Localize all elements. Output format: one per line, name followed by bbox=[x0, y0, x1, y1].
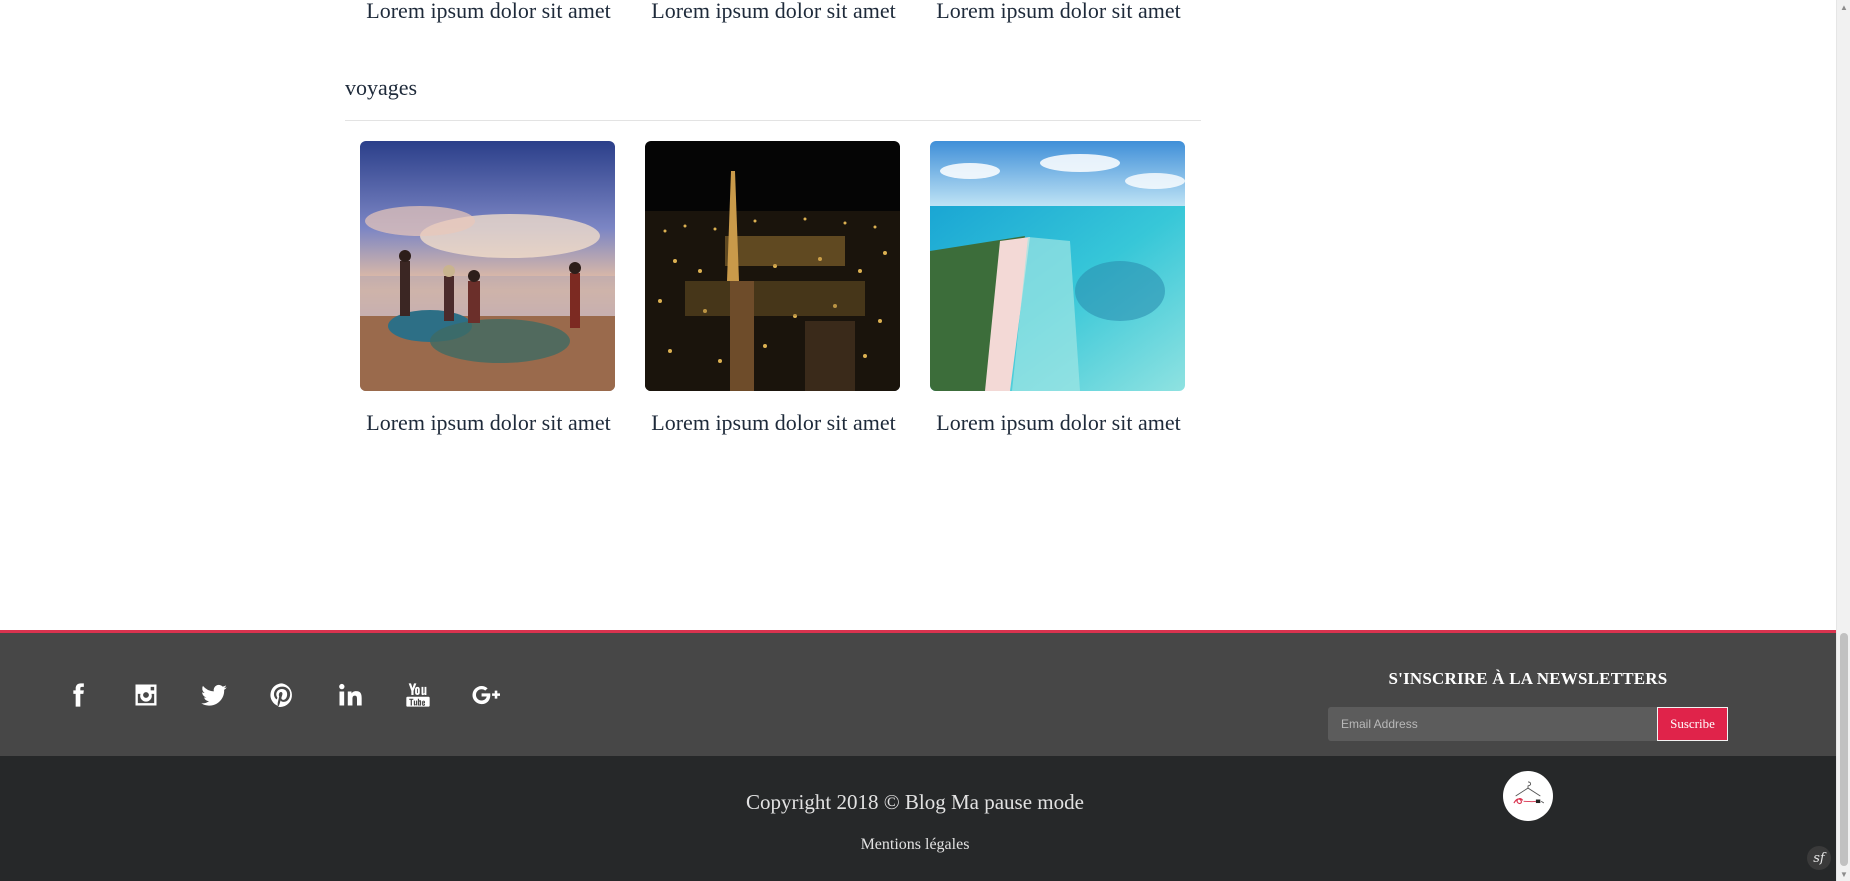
blog-logo[interactable] bbox=[1503, 771, 1553, 821]
section-divider bbox=[345, 120, 1201, 121]
card-image-fishermen[interactable] bbox=[360, 141, 615, 391]
page: Lorem ipsum dolor sit amet Lorem ipsum d… bbox=[0, 0, 1836, 881]
scroll-down-icon[interactable]: ▼ bbox=[1837, 867, 1850, 881]
newsletter-title: S'INSCRIRE À LA NEWSLETTERS bbox=[1388, 669, 1668, 688]
facebook-icon[interactable] bbox=[44, 673, 112, 717]
social-links bbox=[44, 673, 520, 717]
card-caption[interactable]: Lorem ipsum dolor sit amet bbox=[931, 410, 1186, 436]
footer-bottom: Copyright 2018 © Blog Ma pause mode Ment… bbox=[0, 756, 1836, 881]
copyright-text: Copyright 2018 © Blog Ma pause mode bbox=[746, 790, 1084, 814]
card-image-beach[interactable] bbox=[930, 141, 1185, 391]
card-caption[interactable]: Lorem ipsum dolor sit amet bbox=[646, 0, 901, 24]
symfony-toolbar-icon[interactable]: sf bbox=[1807, 846, 1831, 870]
google-plus-icon[interactable] bbox=[452, 673, 520, 717]
card-caption[interactable]: Lorem ipsum dolor sit amet bbox=[361, 410, 616, 436]
subscribe-button[interactable]: Suscribe bbox=[1657, 707, 1728, 741]
card-caption[interactable]: Lorem ipsum dolor sit amet bbox=[361, 0, 616, 24]
instagram-icon[interactable] bbox=[112, 673, 180, 717]
vertical-scrollbar[interactable]: ▲ ▼ bbox=[1836, 0, 1850, 881]
scroll-up-icon[interactable]: ▲ bbox=[1837, 0, 1850, 14]
card-caption[interactable]: Lorem ipsum dolor sit amet bbox=[646, 410, 901, 436]
legal-link[interactable]: Mentions légales bbox=[0, 836, 1830, 854]
email-field[interactable] bbox=[1328, 707, 1657, 741]
twitter-icon[interactable] bbox=[180, 673, 248, 717]
section-title: voyages bbox=[345, 75, 418, 100]
card-caption[interactable]: Lorem ipsum dolor sit amet bbox=[931, 0, 1186, 24]
linkedin-icon[interactable] bbox=[316, 673, 384, 717]
scrollbar-thumb[interactable] bbox=[1840, 633, 1848, 866]
pinterest-icon[interactable] bbox=[248, 673, 316, 717]
youtube-icon[interactable] bbox=[384, 673, 452, 717]
footer-top: S'INSCRIRE À LA NEWSLETTERS Suscribe bbox=[0, 630, 1836, 756]
card-image-city-night[interactable] bbox=[645, 141, 900, 391]
